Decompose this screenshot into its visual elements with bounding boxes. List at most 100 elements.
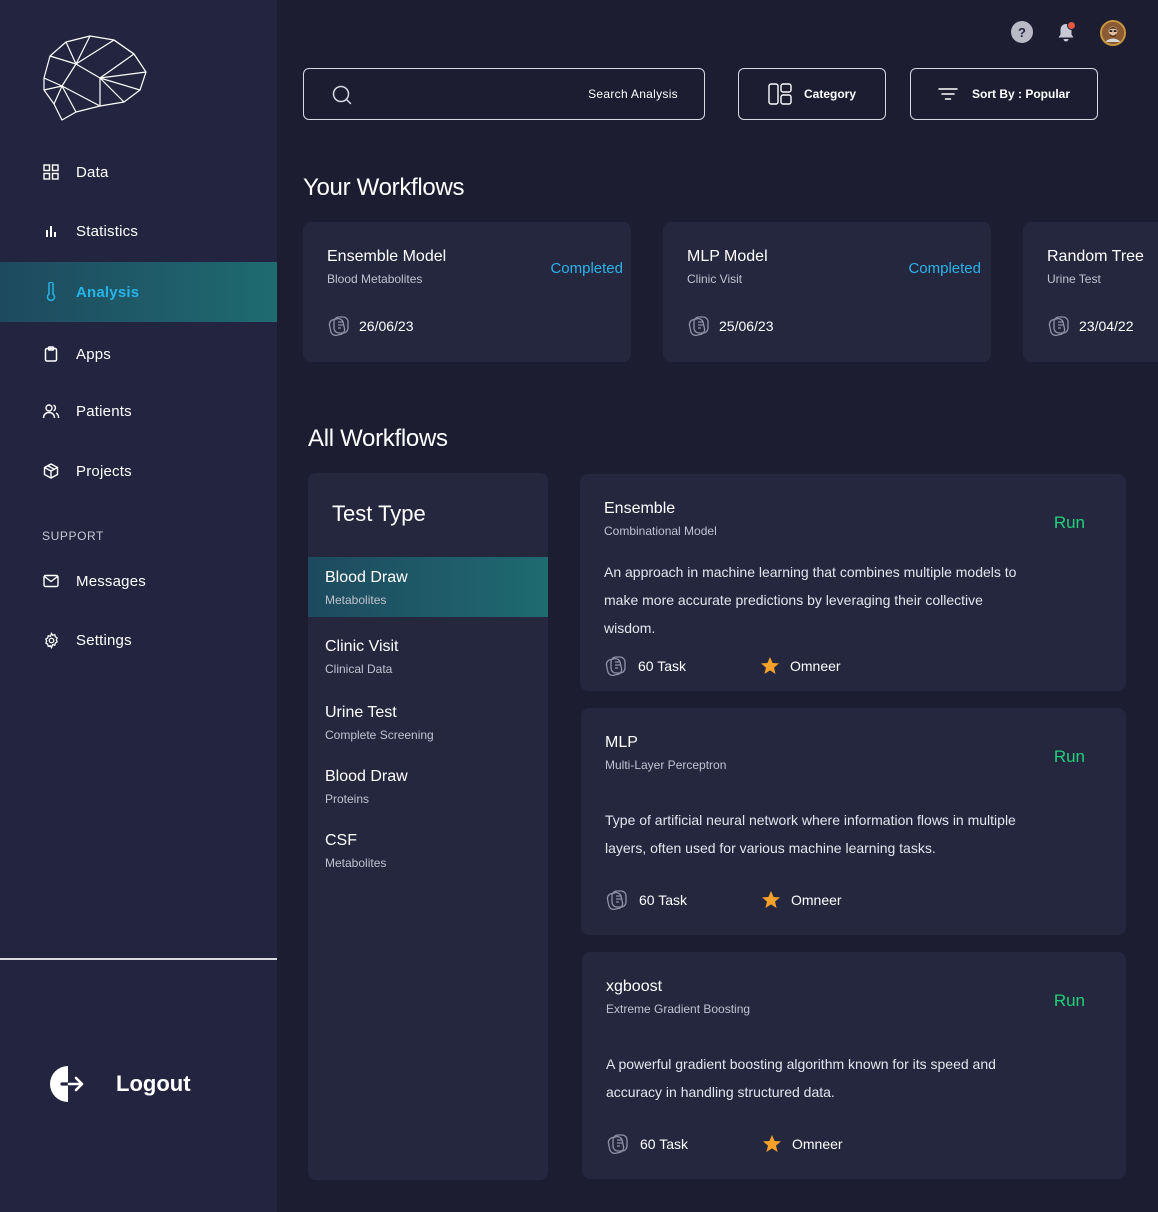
workflow-name: MLP Model [687, 248, 768, 265]
star-icon [762, 891, 780, 908]
test-type-name: Clinic Visit [325, 638, 399, 655]
category-button[interactable]: Category [738, 68, 886, 120]
sort-button[interactable]: Sort By : Popular [910, 68, 1098, 120]
sidebar-divider [0, 958, 277, 960]
logout-label: Logout [116, 1071, 191, 1096]
sidebar-item-label: Data [76, 163, 109, 181]
model-footer: 60 Task Omneer [606, 1132, 843, 1156]
owner-name: Omneer [790, 658, 841, 674]
model-footer: 60 Task Omneer [605, 888, 842, 912]
test-type-subtitle: Clinical Data [325, 662, 393, 676]
workflow-date: 23/04/22 [1079, 318, 1134, 334]
filter-lines-icon [938, 88, 958, 100]
grid-icon [42, 163, 60, 181]
cube-icon [42, 462, 60, 480]
document-stack-icon [328, 316, 349, 337]
model-name: MLP [605, 734, 638, 751]
sidebar-item-analysis[interactable]: Analysis [0, 262, 277, 322]
sidebar: Data Statistics Analysis Apps Patients P… [0, 0, 277, 1212]
model-subtitle: Extreme Gradient Boosting [606, 1002, 751, 1016]
model-card: MLP Multi-Layer Perceptron Run Type of a… [581, 708, 1126, 935]
run-button[interactable]: Run [1054, 513, 1085, 533]
mail-icon [42, 572, 60, 590]
document-stack-icon [688, 316, 709, 337]
sidebar-item-apps[interactable]: Apps [0, 334, 277, 374]
sidebar-item-label: Projects [76, 462, 132, 480]
document-stack-icon [607, 1134, 628, 1155]
test-type-item[interactable]: CSF Metabolites [308, 820, 548, 880]
gear-icon [42, 631, 60, 649]
sidebar-item-label: Messages [76, 572, 146, 590]
test-type-name: CSF [325, 832, 357, 849]
search-icon [332, 85, 352, 105]
test-type-subtitle: Metabolites [325, 856, 387, 870]
test-type-name: Blood Draw [325, 569, 408, 586]
test-type-title: Test Type [332, 501, 426, 526]
task-count: 60 Task [640, 1136, 688, 1152]
sidebar-item-label: Settings [76, 631, 132, 649]
document-stack-icon [1048, 316, 1069, 337]
task-count: 60 Task [639, 892, 687, 908]
owner-name: Omneer [792, 1136, 843, 1152]
category-label: Category [803, 87, 856, 101]
sidebar-item-patients[interactable]: Patients [0, 391, 277, 431]
document-stack-icon [605, 656, 626, 677]
test-type-name: Blood Draw [325, 768, 408, 785]
workflow-card[interactable]: Random Tree Urine Test 23/04/22 [1023, 222, 1158, 362]
workflow-date: 25/06/23 [719, 318, 774, 334]
thermometer-icon [42, 282, 60, 302]
sidebar-item-messages[interactable]: Messages [0, 561, 277, 601]
sidebar-item-statistics[interactable]: Statistics [0, 211, 277, 251]
test-type-panel: Test Type Blood Draw Metabolites Clinic … [308, 473, 548, 1180]
sidebar-item-settings[interactable]: Settings [0, 620, 277, 660]
star-icon [763, 1135, 781, 1152]
workflow-name: Random Tree [1047, 248, 1144, 265]
model-description: An approach in machine learning that com… [604, 564, 1017, 636]
star-icon [761, 657, 779, 674]
owner-name: Omneer [791, 892, 842, 908]
run-button[interactable]: Run [1054, 991, 1085, 1011]
sidebar-item-data[interactable]: Data [0, 152, 277, 192]
all-workflows-title: All Workflows [308, 425, 448, 452]
model-description: A powerful gradient boosting algorithm k… [606, 1056, 996, 1100]
document-stack-icon [606, 890, 627, 911]
avatar[interactable] [1100, 20, 1126, 46]
sidebar-item-label: Patients [76, 402, 132, 420]
model-card: Ensemble Combinational Model Run An appr… [580, 474, 1126, 691]
search-input[interactable]: Search Analysis [303, 68, 705, 120]
test-type-subtitle: Proteins [325, 792, 370, 806]
test-type-subtitle: Complete Screening [325, 728, 434, 742]
workflow-subtitle: Urine Test [1047, 272, 1101, 286]
notification-bell-icon[interactable] [1054, 21, 1078, 45]
run-button[interactable]: Run [1054, 747, 1085, 767]
notification-badge [1067, 21, 1076, 30]
help-icon[interactable]: ? [1011, 21, 1033, 43]
workflow-card[interactable]: MLP Model Clinic Visit Completed 25/06/2… [663, 222, 991, 362]
workflow-name: Ensemble Model [327, 248, 447, 265]
your-workflows-title: Your Workflows [303, 174, 465, 201]
test-type-name: Urine Test [325, 704, 397, 721]
logout-button[interactable]: Logout [48, 1062, 191, 1106]
users-icon [42, 402, 60, 420]
test-type-item[interactable]: Urine Test Complete Screening [308, 692, 548, 752]
test-type-subtitle: Metabolites [325, 593, 387, 607]
model-footer: 60 Task Omneer [604, 654, 841, 678]
model-name: xgboost [606, 978, 663, 995]
sort-label: Sort By : Popular [971, 87, 1070, 101]
clipboard-icon [42, 345, 60, 363]
workflow-status: Completed [908, 260, 981, 277]
workflow-card[interactable]: Ensemble Model Blood Metabolites Complet… [303, 222, 631, 362]
test-type-item[interactable]: Blood Draw Proteins [308, 756, 548, 816]
model-subtitle: Combinational Model [604, 524, 717, 538]
test-type-item[interactable]: Clinic Visit Clinical Data [308, 626, 548, 686]
sidebar-item-label: Statistics [76, 222, 139, 240]
test-type-item[interactable]: Blood Draw Metabolites [308, 557, 548, 617]
workflow-status: Completed [550, 260, 623, 277]
model-card: xgboost Extreme Gradient Boosting Run A … [582, 952, 1126, 1179]
search-placeholder: Search Analysis [588, 87, 678, 101]
model-name: Ensemble [604, 500, 676, 517]
task-count: 60 Task [638, 658, 686, 674]
sidebar-item-label: Analysis [76, 283, 140, 301]
model-subtitle: Multi-Layer Perceptron [605, 758, 727, 772]
sidebar-item-projects[interactable]: Projects [0, 451, 277, 491]
